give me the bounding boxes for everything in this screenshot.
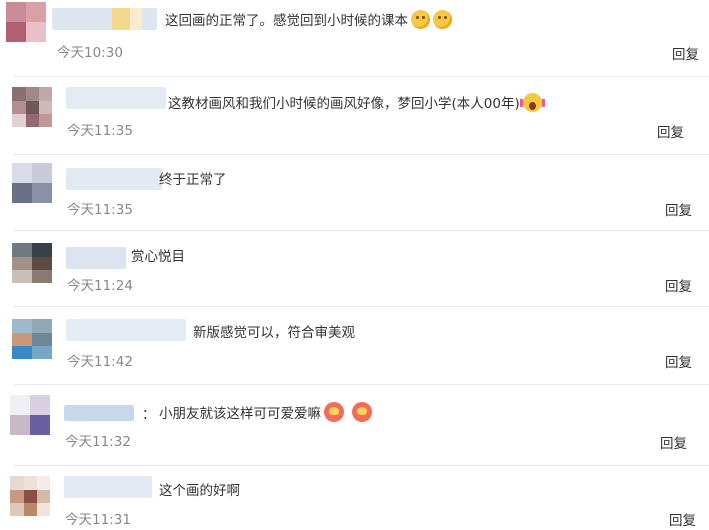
reply-button[interactable]: 回复 [669, 512, 696, 530]
divider [14, 76, 709, 77]
thinking-face-icon [433, 10, 452, 29]
comment-time: 今天10:30 [57, 45, 123, 61]
reply-button[interactable]: 回复 [660, 435, 687, 453]
reply-button[interactable]: 回复 [665, 202, 692, 220]
divider [14, 306, 709, 307]
comment-text: 新版感觉可以，符合审美观 [193, 325, 355, 341]
comment-text: 这回画的正常了。感觉回到小时候的课本 [165, 10, 452, 31]
reply-button[interactable]: 回复 [672, 46, 699, 64]
comment-text: 这教材画风和我们小时候的画风好像，梦回小学(本人00年) [168, 93, 545, 114]
kissing-heart-icon [324, 402, 344, 422]
avatar[interactable] [12, 319, 52, 359]
screaming-face-icon [519, 93, 545, 112]
comment-text: 终于正常了 [159, 172, 227, 188]
reply-button[interactable]: 回复 [657, 124, 684, 142]
reply-button[interactable]: 回复 [665, 278, 692, 296]
avatar[interactable] [12, 163, 52, 203]
username-blurred[interactable] [66, 247, 126, 269]
divider [14, 154, 709, 155]
comment-time: 今天11:24 [67, 278, 133, 294]
comment-time: 今天11:35 [67, 202, 133, 218]
username-blurred[interactable] [66, 87, 166, 109]
username-blurred[interactable] [66, 319, 186, 341]
comment-text: 这个画的好啊 [159, 483, 240, 499]
name-separator: ： [142, 407, 156, 423]
avatar[interactable] [12, 243, 52, 283]
comment-time: 今天11:31 [65, 512, 131, 528]
divider [14, 465, 709, 466]
comment-text: 赏心悦目 [131, 249, 185, 265]
comment-time: 今天11:42 [67, 354, 133, 370]
avatar[interactable] [6, 2, 46, 42]
divider [14, 230, 709, 231]
reply-button[interactable]: 回复 [665, 354, 692, 372]
username-blurred[interactable] [66, 168, 162, 190]
thinking-face-icon [411, 10, 430, 29]
comment-text: 小朋友就该这样可可爱爱嘛 [159, 402, 372, 424]
kissing-heart-icon [352, 402, 372, 422]
divider [14, 384, 709, 385]
username-blurred[interactable] [64, 476, 152, 498]
avatar[interactable] [10, 395, 50, 435]
comment-list: { "comments": [ {"text": "这回画的正常了。感觉回到小时… [0, 0, 709, 529]
comment-time: 今天11:32 [65, 434, 131, 450]
avatar[interactable] [10, 476, 50, 516]
username-blurred[interactable] [52, 8, 157, 30]
avatar[interactable] [12, 87, 52, 127]
username-blurred[interactable] [64, 405, 134, 421]
comment-time: 今天11:35 [67, 123, 133, 139]
